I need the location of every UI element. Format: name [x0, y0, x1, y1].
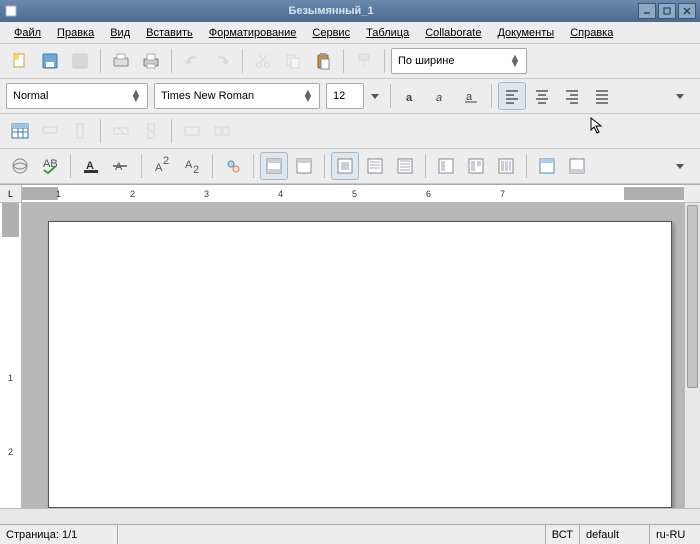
chevron-updown-icon: ▲▼	[508, 55, 522, 67]
app-icon	[4, 4, 18, 18]
window-title: Безымянный_1	[24, 5, 638, 17]
size-value: 12	[333, 90, 359, 102]
columns-2-button[interactable]	[462, 152, 490, 180]
align-right-button[interactable]	[558, 82, 586, 110]
size-combo[interactable]: 12	[326, 83, 364, 109]
ruler-corner: L	[0, 185, 22, 203]
undo-button	[178, 47, 206, 75]
subscript-button[interactable]: A2	[178, 152, 206, 180]
svg-text:A: A	[185, 159, 193, 171]
insert-table-button[interactable]	[6, 117, 34, 145]
status-empty	[118, 525, 546, 544]
chevron-updown-icon: ▲▼	[301, 90, 315, 102]
status-view[interactable]: default	[580, 525, 650, 544]
columns-3-button[interactable]	[492, 152, 520, 180]
wrap-3-button[interactable]	[391, 152, 419, 180]
zoom-combo[interactable]: По ширине ▲▼	[391, 48, 527, 74]
svg-text:A: A	[115, 161, 123, 173]
toolbar-main: По ширине ▲▼	[0, 44, 700, 79]
menu-tools[interactable]: Сервис	[304, 25, 358, 41]
wrap-none-button[interactable]	[290, 152, 318, 180]
wrap-2-button[interactable]	[361, 152, 389, 180]
page[interactable]	[48, 221, 672, 508]
format-paint-button	[350, 47, 378, 75]
insert-column-button	[66, 117, 94, 145]
menu-collaborate[interactable]: Collaborate	[417, 25, 489, 41]
strikethrough-button[interactable]: A	[107, 152, 135, 180]
size-dropdown[interactable]	[366, 82, 384, 110]
font-value: Times New Roman	[161, 90, 301, 102]
svg-text:2: 2	[163, 156, 169, 167]
merge-cells-button	[178, 117, 206, 145]
italic-button[interactable]: a	[427, 82, 455, 110]
status-lang[interactable]: ru-RU	[650, 525, 700, 544]
toolbar-more-icon[interactable]	[666, 82, 694, 110]
svg-text:2: 2	[193, 164, 199, 176]
redo-button	[208, 47, 236, 75]
toolbar-extra: AB A A A2 A2	[0, 149, 700, 184]
copy-button	[279, 47, 307, 75]
font-combo[interactable]: Times New Roman ▲▼	[154, 83, 320, 109]
zoom-value: По ширине	[398, 55, 508, 67]
svg-text:A: A	[155, 162, 163, 174]
menu-table[interactable]: Таблица	[358, 25, 417, 41]
menubar: Файл Правка Вид Вставить Форматирование …	[0, 22, 700, 44]
svg-text:AB: AB	[43, 158, 58, 170]
close-button[interactable]	[678, 3, 696, 19]
spellcheck-button[interactable]: AB	[36, 152, 64, 180]
horizontal-ruler[interactable]: 1 2 3 4 5 6 7	[22, 185, 684, 203]
menu-file[interactable]: Файл	[6, 25, 49, 41]
menu-documents[interactable]: Документы	[489, 25, 562, 41]
maximize-button[interactable]	[658, 3, 676, 19]
menu-insert[interactable]: Вставить	[138, 25, 201, 41]
horizontal-scrollbar[interactable]	[22, 509, 684, 524]
split-cells-button	[208, 117, 236, 145]
delete-row-button	[107, 117, 135, 145]
chevron-updown-icon: ▲▼	[129, 90, 143, 102]
status-page: Страница: 1/1	[0, 525, 118, 544]
highlight-button[interactable]: A	[77, 152, 105, 180]
svg-text:a: a	[466, 91, 473, 103]
wrap-page-button[interactable]	[260, 152, 288, 180]
view-web-button[interactable]	[6, 152, 34, 180]
style-value: Normal	[13, 90, 129, 102]
delete-column-button	[137, 117, 165, 145]
menu-edit[interactable]: Правка	[49, 25, 102, 41]
underline-button[interactable]: a	[457, 82, 485, 110]
paste-button[interactable]	[309, 47, 337, 75]
toolbar-format: Normal ▲▼ Times New Roman ▲▼ 12 a a a	[0, 79, 700, 114]
status-insert[interactable]: ВСТ	[546, 525, 580, 544]
style-combo[interactable]: Normal ▲▼	[6, 83, 148, 109]
statusbar: Страница: 1/1 ВСТ default ru-RU	[0, 524, 700, 544]
wrap-1-button[interactable]	[331, 152, 359, 180]
insert-symbol-button[interactable]	[219, 152, 247, 180]
align-justify-button[interactable]	[588, 82, 616, 110]
superscript-button[interactable]: A2	[148, 152, 176, 180]
save-as-button	[66, 47, 94, 75]
insert-row-button	[36, 117, 64, 145]
vertical-scrollbar[interactable]	[684, 203, 700, 508]
svg-text:a: a	[436, 92, 442, 104]
cut-button	[249, 47, 277, 75]
align-center-button[interactable]	[528, 82, 556, 110]
new-button[interactable]	[6, 47, 34, 75]
footer-button[interactable]	[563, 152, 591, 180]
titlebar: Безымянный_1	[0, 0, 700, 22]
header-button[interactable]	[533, 152, 561, 180]
columns-1-button[interactable]	[432, 152, 460, 180]
document-workspace[interactable]	[22, 203, 684, 508]
save-button[interactable]	[36, 47, 64, 75]
vertical-ruler[interactable]: 1 2	[0, 203, 22, 508]
menu-view[interactable]: Вид	[102, 25, 138, 41]
minimize-button[interactable]	[638, 3, 656, 19]
menu-format[interactable]: Форматирование	[201, 25, 305, 41]
menu-help[interactable]: Справка	[562, 25, 621, 41]
toolbar-more-icon[interactable]	[666, 152, 694, 180]
print-button[interactable]	[137, 47, 165, 75]
toolbar-table	[0, 114, 700, 149]
align-left-button[interactable]	[498, 82, 526, 110]
print-preview-button[interactable]	[107, 47, 135, 75]
svg-text:a: a	[406, 92, 413, 104]
bold-button[interactable]: a	[397, 82, 425, 110]
